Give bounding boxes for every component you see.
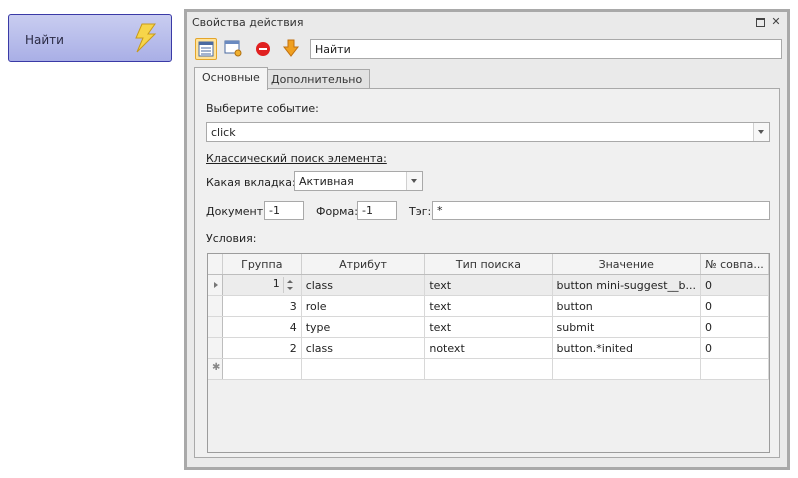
row-indicator: [208, 337, 223, 359]
search-type-cell[interactable]: text: [424, 274, 553, 296]
down-arrow-icon[interactable]: [281, 38, 303, 60]
column-header-search-type[interactable]: Тип поиска: [424, 254, 553, 275]
value-cell[interactable]: submit: [552, 316, 701, 338]
tab-select[interactable]: Активная: [294, 171, 423, 191]
tab-main[interactable]: Основные: [194, 67, 268, 90]
group-cell[interactable]: 4: [222, 316, 302, 338]
tag-field[interactable]: *: [432, 201, 770, 220]
document-label: Документ:: [206, 205, 267, 218]
lightning-icon: [135, 23, 157, 53]
restore-icon[interactable]: [753, 15, 767, 29]
spin-buttons[interactable]: [282, 277, 297, 293]
search-type-cell[interactable]: text: [424, 295, 553, 317]
chevron-down-icon[interactable]: [753, 123, 769, 141]
stop-icon[interactable]: [253, 38, 275, 60]
row-indicator: [208, 316, 223, 338]
toolbar: Найти: [195, 38, 782, 62]
conditions-grid[interactable]: Группа Атрибут Тип поиска Значение № сов…: [207, 253, 770, 453]
match-number-cell[interactable]: 0: [700, 337, 769, 359]
event-label: Выберите событие:: [206, 102, 319, 115]
row-indicator: ✱: [208, 358, 223, 380]
table-row[interactable]: 3 role text button 0: [208, 295, 769, 317]
table-row[interactable]: 4 type text submit 0: [208, 316, 769, 338]
action-properties-window: Свойства действия ✕ Найти Основные Допол…: [184, 9, 790, 470]
tab-select-value: Активная: [299, 175, 354, 188]
table-row[interactable]: 1 class text button mini-suggest__b... 0: [208, 274, 769, 296]
value-cell[interactable]: button.*inited: [552, 337, 701, 359]
column-header-match-number[interactable]: № совпа...: [700, 254, 769, 275]
search-type-cell[interactable]: text: [424, 316, 553, 338]
attribute-cell[interactable]: class: [301, 337, 426, 359]
group-cell[interactable]: 2: [222, 337, 302, 359]
action-node[interactable]: Найти: [8, 14, 172, 62]
group-value: 1: [272, 277, 280, 290]
group-cell[interactable]: 3: [222, 295, 302, 317]
window-settings-icon[interactable]: [223, 38, 245, 60]
event-select[interactable]: click: [206, 122, 770, 142]
empty-cell[interactable]: [552, 358, 701, 380]
window-title: Свойства действия: [192, 16, 304, 29]
table-row[interactable]: 2 class notext button.*inited 0: [208, 337, 769, 359]
empty-cell[interactable]: [301, 358, 426, 380]
column-header-group[interactable]: Группа: [222, 254, 302, 275]
tag-label: Тэг:: [409, 205, 432, 218]
match-number-cell[interactable]: 0: [700, 274, 769, 296]
match-number-cell[interactable]: 0: [700, 295, 769, 317]
empty-cell[interactable]: [700, 358, 769, 380]
row-indicator: [208, 295, 223, 317]
attribute-cell[interactable]: role: [301, 295, 426, 317]
row-indicator-header: [208, 254, 223, 275]
empty-cell[interactable]: [424, 358, 553, 380]
document-field[interactable]: -1: [264, 201, 304, 220]
grid-header: Группа Атрибут Тип поиска Значение № сов…: [208, 254, 769, 275]
column-header-attribute[interactable]: Атрибут: [301, 254, 426, 275]
attribute-cell[interactable]: class: [301, 274, 426, 296]
event-value: click: [211, 126, 236, 139]
chevron-down-icon[interactable]: [406, 172, 422, 190]
form-label: Форма:: [316, 205, 358, 218]
properties-icon[interactable]: [195, 38, 217, 60]
value-cell[interactable]: button mini-suggest__b...: [552, 274, 701, 296]
column-header-value[interactable]: Значение: [552, 254, 701, 275]
empty-cell[interactable]: [222, 358, 302, 380]
action-name-input[interactable]: Найти: [310, 39, 782, 59]
classic-search-label: Классический поиск элемента:: [206, 152, 387, 165]
search-type-cell[interactable]: notext: [424, 337, 553, 359]
tab-select-label: Какая вкладка:: [206, 176, 296, 189]
tab-additional[interactable]: Дополнительно: [263, 69, 371, 89]
close-button[interactable]: ✕: [769, 15, 783, 29]
group-cell[interactable]: 1: [222, 274, 302, 296]
new-row-icon: ✱: [212, 362, 221, 373]
action-node-label: Найти: [25, 33, 64, 47]
main-tab-panel: Выберите событие: click Классический пои…: [194, 88, 780, 458]
conditions-label: Условия:: [206, 232, 257, 245]
value-cell[interactable]: button: [552, 295, 701, 317]
row-indicator: [208, 274, 223, 296]
attribute-cell[interactable]: type: [301, 316, 426, 338]
form-field[interactable]: -1: [357, 201, 397, 220]
match-number-cell[interactable]: 0: [700, 316, 769, 338]
new-row[interactable]: ✱: [208, 358, 769, 380]
current-row-icon: [214, 282, 218, 288]
window-titlebar: Свойства действия ✕: [187, 12, 787, 33]
